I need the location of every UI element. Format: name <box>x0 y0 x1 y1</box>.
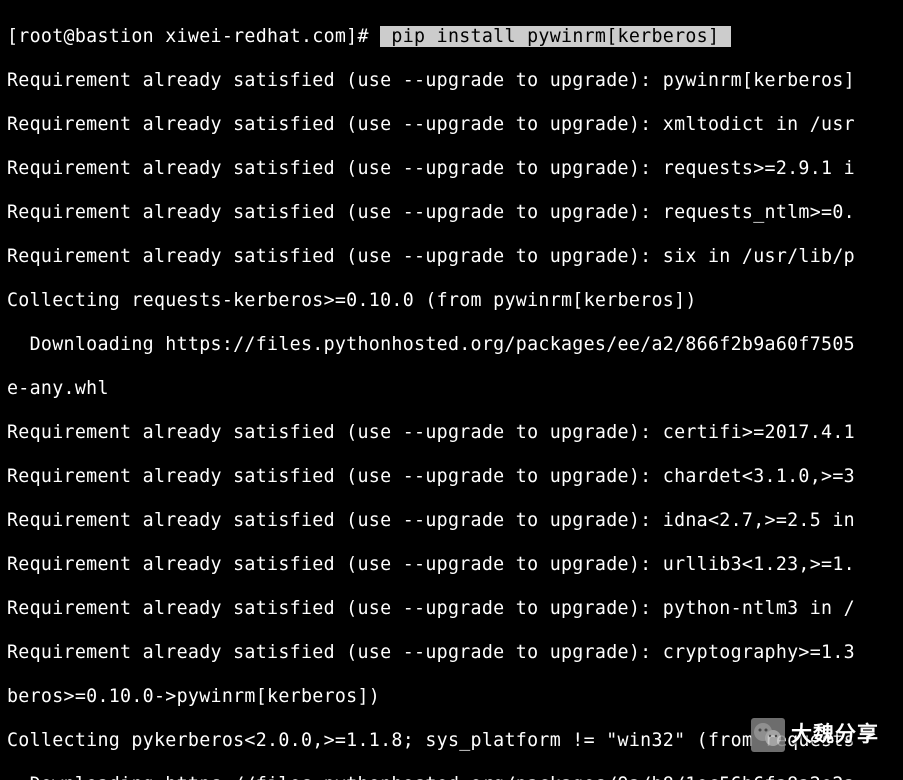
output-line: Downloading https://files.pythonhosted.o… <box>7 334 896 356</box>
output-line: Requirement already satisfied (use --upg… <box>7 158 896 180</box>
prompt: [root@bastion xiwei-redhat.com]# <box>7 26 380 47</box>
output-line: Requirement already satisfied (use --upg… <box>7 422 896 444</box>
wechat-icon <box>751 718 785 752</box>
output-line: beros>=0.10.0->pywinrm[kerberos]) <box>7 686 896 708</box>
output-line: Requirement already satisfied (use --upg… <box>7 202 896 224</box>
command-highlight: pip install pywinrm[kerberos] <box>380 26 731 47</box>
output-line: Requirement already satisfied (use --upg… <box>7 246 896 268</box>
output-line: Collecting requests-kerberos>=0.10.0 (fr… <box>7 290 896 312</box>
terminal[interactable]: [root@bastion xiwei-redhat.com]# pip ins… <box>0 0 903 780</box>
output-line: Requirement already satisfied (use --upg… <box>7 598 896 620</box>
output-line: Requirement already satisfied (use --upg… <box>7 554 896 576</box>
watermark: 大魏分享 <box>751 718 879 752</box>
output-line: e-any.whl <box>7 378 896 400</box>
prompt-line: [root@bastion xiwei-redhat.com]# pip ins… <box>7 26 896 48</box>
output-line: Requirement already satisfied (use --upg… <box>7 70 896 92</box>
watermark-text: 大魏分享 <box>791 724 879 746</box>
output-line: Requirement already satisfied (use --upg… <box>7 114 896 136</box>
output-line: Requirement already satisfied (use --upg… <box>7 642 896 664</box>
output-line: Requirement already satisfied (use --upg… <box>7 466 896 488</box>
output-line: Downloading https://files.pythonhosted.o… <box>7 774 896 780</box>
output-line: Requirement already satisfied (use --upg… <box>7 510 896 532</box>
